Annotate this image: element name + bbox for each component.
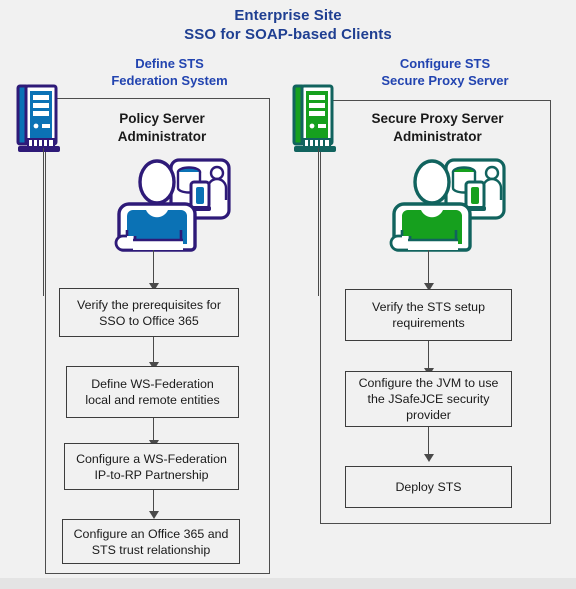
process-box-left-3-line-1: Configure a WS-Federation	[76, 451, 227, 466]
diagram-title: Enterprise Site SSO for SOAP-based Clien…	[0, 6, 576, 44]
admin-label-left-line-1: Policy Server	[119, 111, 205, 126]
admin-label-left-line-2: Administrator	[117, 129, 207, 144]
connector-step1-step2-right	[428, 341, 430, 371]
column-heading-left-line-1: Define STS	[135, 56, 204, 71]
process-box-left-4-line-2: STS trust relationship	[91, 542, 211, 557]
process-box-left-1[interactable]: Verify the prerequisites for SSO to Offi…	[59, 288, 239, 337]
admin-label-right-line-2: Administrator	[393, 129, 482, 144]
process-box-right-2-line-2: the JSafeJCE security	[367, 392, 490, 406]
process-box-left-4-line-1: Configure an Office 365 and	[73, 526, 229, 541]
administrator-person-icon	[388, 158, 508, 252]
process-box-right-2-line-3: provider	[406, 408, 451, 422]
diagram-title-line-2: SSO for SOAP-based Clients	[184, 26, 392, 43]
process-box-left-2-line-1: Define WS-Federation	[91, 377, 214, 391]
process-box-left-3[interactable]: Configure a WS-Federation IP-to-RP Partn…	[64, 443, 239, 490]
administrator-person-icon	[113, 158, 233, 252]
column-heading-right-line-1: Configure STS	[399, 56, 491, 71]
process-box-right-2[interactable]: Configure the JVM to use the JSafeJCE se…	[345, 371, 512, 427]
process-box-right-1-line-1: Verify the STS setup	[372, 300, 485, 314]
arrowhead-step4-left	[149, 511, 159, 519]
server-tower-icon	[292, 84, 340, 156]
process-box-right-3-line-1: Deploy STS	[395, 480, 462, 494]
column-heading-right: Configure STS Secure Proxy Server	[330, 55, 560, 89]
admin-label-left: Policy Server Administrator	[72, 110, 252, 146]
connector-server-to-flow-left	[43, 148, 45, 296]
process-box-right-1[interactable]: Verify the STS setup requirements	[345, 289, 512, 341]
process-box-right-1-line-2: requirements	[392, 316, 465, 330]
arrowhead-step3-right	[424, 454, 434, 462]
connector-step2-step3-right	[428, 427, 430, 457]
process-box-left-1-line-2: SSO to Office 365	[99, 313, 199, 328]
process-box-right-2-line-1: Configure the JVM to use	[358, 376, 499, 390]
process-box-left-3-line-2: IP-to-RP Partnership	[94, 467, 209, 482]
bottom-strip	[0, 578, 576, 589]
connector-server-to-flow-right	[318, 148, 320, 296]
process-box-left-2[interactable]: Define WS-Federation local and remote en…	[66, 366, 239, 418]
connector-person-to-step1-left	[153, 250, 155, 285]
column-heading-left-line-2: Federation System	[111, 73, 228, 88]
process-box-right-3[interactable]: Deploy STS	[345, 466, 512, 508]
process-box-left-4[interactable]: Configure an Office 365 and STS trust re…	[62, 519, 240, 564]
diagram-canvas: Enterprise Site SSO for SOAP-based Clien…	[0, 0, 576, 589]
column-heading-left: Define STS Federation System	[62, 55, 277, 89]
process-box-left-1-line-1: Verify the prerequisites for	[77, 297, 221, 312]
admin-label-right: Secure Proxy Server Administrator	[340, 110, 535, 146]
diagram-title-line-1: Enterprise Site	[234, 7, 342, 24]
server-tower-icon	[16, 84, 64, 156]
column-heading-right-line-2: Secure Proxy Server	[381, 73, 509, 88]
admin-label-right-line-1: Secure Proxy Server	[371, 111, 504, 126]
connector-person-to-step1-right	[428, 250, 430, 285]
process-box-left-2-line-2: local and remote entities	[85, 393, 220, 407]
